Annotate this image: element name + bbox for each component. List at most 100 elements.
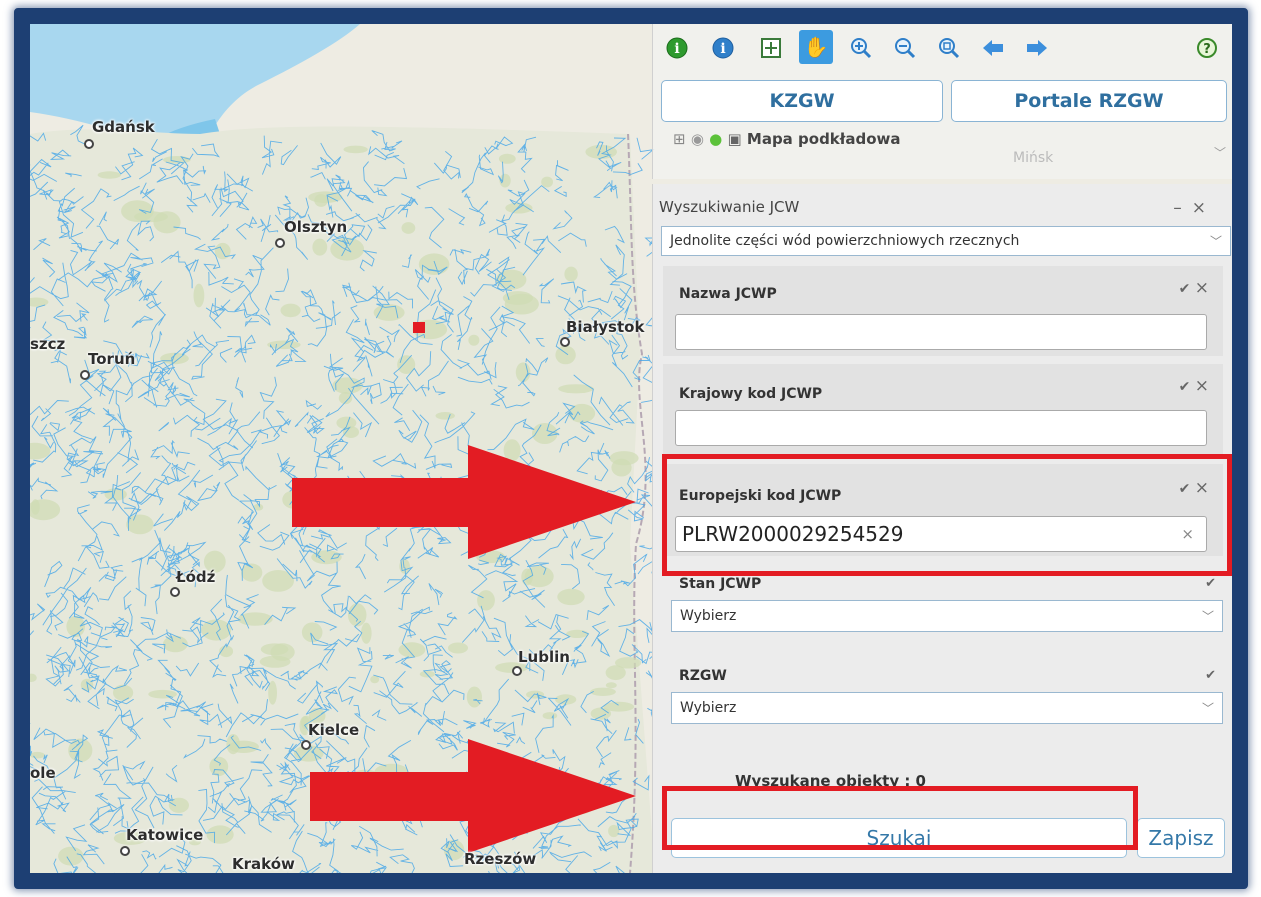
highlight-code-field bbox=[662, 454, 1232, 576]
check-icon[interactable]: ✔ bbox=[1205, 668, 1216, 683]
forest-patch bbox=[280, 303, 301, 318]
forest-patch bbox=[541, 176, 553, 188]
clear-icon[interactable]: × bbox=[1195, 376, 1209, 396]
city-dot bbox=[170, 587, 180, 597]
stan-select[interactable]: Wybierz ﹀ bbox=[671, 600, 1223, 632]
forest-patch bbox=[241, 563, 263, 582]
forest-patch bbox=[542, 712, 558, 720]
forest-patch bbox=[605, 682, 617, 689]
city-lublin: Lublin bbox=[518, 648, 570, 666]
stan-select-value: Wybierz bbox=[680, 608, 737, 624]
forest-patch bbox=[343, 145, 368, 154]
back-arrow-icon[interactable] bbox=[979, 34, 1007, 62]
field-controls: ✔ × bbox=[1179, 376, 1209, 396]
check-icon[interactable]: ✔ bbox=[1205, 576, 1216, 591]
forest-patch bbox=[515, 362, 531, 383]
panel-window-controls: –× bbox=[1173, 198, 1216, 218]
forest-patch bbox=[608, 824, 620, 838]
city-lodz: Łódź bbox=[176, 568, 216, 586]
city-bialystok: Białystok bbox=[566, 318, 645, 336]
forest-patch bbox=[66, 615, 85, 638]
zoom-extent-icon[interactable] bbox=[757, 34, 785, 62]
forest-patch bbox=[113, 684, 134, 701]
pan-hand-icon[interactable]: ✋ bbox=[799, 30, 833, 64]
city-torun: Toruń bbox=[88, 350, 136, 368]
svg-text:i: i bbox=[720, 41, 725, 57]
forest-patch bbox=[555, 345, 576, 365]
forest-patch bbox=[466, 686, 482, 708]
zoom-in-icon[interactable] bbox=[847, 34, 875, 62]
forest-patch bbox=[193, 283, 205, 308]
forest-patch bbox=[435, 412, 455, 420]
forest-patch bbox=[524, 565, 554, 588]
kzgw-button[interactable]: KZGW bbox=[661, 80, 943, 122]
layer-icon: ▣ bbox=[727, 130, 742, 148]
clear-icon[interactable]: × bbox=[1195, 278, 1209, 298]
city-dot bbox=[84, 139, 94, 149]
city-edge-label: ole bbox=[30, 764, 56, 782]
forest-patch bbox=[564, 266, 578, 282]
forest-patch bbox=[448, 642, 468, 654]
forest-patch bbox=[126, 514, 154, 535]
field-card-nazwa: Nazwa JCWP ✔ × bbox=[663, 266, 1223, 356]
field-label-rzgw: RZGW bbox=[679, 668, 727, 684]
info-blue-icon[interactable]: i bbox=[709, 34, 737, 62]
zoom-rect-icon[interactable] bbox=[935, 34, 963, 62]
search-type-value: Jednolite części wód powierzchniowych rz… bbox=[670, 233, 1020, 249]
layer-list-scroll-icon[interactable]: ﹀ bbox=[1214, 144, 1226, 161]
city-gdansk: Gdańsk bbox=[92, 118, 155, 136]
save-button[interactable]: Zapisz bbox=[1137, 818, 1225, 858]
city-dot bbox=[560, 337, 570, 347]
help-icon[interactable]: ? bbox=[1193, 34, 1221, 62]
city-dot bbox=[80, 370, 90, 380]
city-krakow: Kraków bbox=[232, 855, 295, 873]
forest-patch bbox=[97, 171, 122, 179]
forward-arrow-icon[interactable] bbox=[1023, 34, 1051, 62]
forest-patch bbox=[347, 603, 367, 627]
chevron-down-icon: ﹀ bbox=[1201, 701, 1214, 716]
check-icon[interactable]: ✔ bbox=[1179, 379, 1191, 395]
forest-patch bbox=[153, 211, 181, 234]
chevron-down-icon: ﹀ bbox=[1201, 609, 1214, 624]
forest-patch bbox=[68, 738, 93, 763]
forest-patch bbox=[499, 173, 511, 188]
zoom-out-icon[interactable] bbox=[891, 34, 919, 62]
field-label-stan: Stan JCWP bbox=[679, 576, 762, 592]
forest-patch bbox=[104, 488, 127, 501]
forest-patch bbox=[590, 707, 611, 720]
screenshot-frame: Gdańsk Olsztyn Białystok Toruń szcz Łódź… bbox=[14, 8, 1248, 889]
expand-icon[interactable]: ⊞ bbox=[673, 130, 686, 148]
forest-patch bbox=[418, 253, 450, 275]
forest-patch bbox=[361, 622, 372, 644]
forest-patch bbox=[477, 590, 495, 611]
search-panel-title: Wyszukiwanie JCW bbox=[659, 198, 800, 216]
krajowy-kod-input[interactable] bbox=[675, 410, 1207, 446]
forest-patch bbox=[398, 642, 426, 658]
city-dot bbox=[301, 740, 311, 750]
forest-patch bbox=[401, 222, 416, 234]
city-katowice: Katowice bbox=[126, 826, 204, 844]
forest-patch bbox=[609, 451, 639, 466]
city-rzeszow: Rzeszów bbox=[464, 850, 537, 868]
forest-patch bbox=[568, 403, 596, 423]
visibility-icon[interactable]: ◉ bbox=[691, 130, 704, 148]
forest-patch bbox=[605, 665, 626, 681]
forest-patch bbox=[590, 687, 616, 696]
check-icon[interactable]: ✔ bbox=[1179, 281, 1191, 297]
forest-patch bbox=[498, 153, 516, 164]
rzgw-select[interactable]: Wybierz ﹀ bbox=[671, 692, 1223, 724]
info-green-icon[interactable]: i bbox=[663, 34, 691, 62]
layer-row-basemap[interactable]: ⊞ ◉ ● ▣ Mapa podkładowa bbox=[673, 130, 901, 148]
search-type-select[interactable]: Jednolite części wód powierzchniowych rz… bbox=[661, 226, 1231, 256]
city-edge-label: szcz bbox=[30, 335, 66, 353]
portale-rzgw-button[interactable]: Portale RZGW bbox=[951, 80, 1227, 122]
forest-patch bbox=[312, 238, 328, 256]
status-dot-icon: ● bbox=[709, 130, 723, 148]
svg-text:i: i bbox=[674, 41, 679, 57]
rzgw-select-value: Wybierz bbox=[680, 700, 737, 716]
city-dot bbox=[275, 238, 285, 248]
close-icon[interactable]: × bbox=[1192, 198, 1216, 218]
forest-patch bbox=[557, 588, 585, 606]
nazwa-input[interactable] bbox=[675, 314, 1207, 350]
minimize-icon[interactable]: – bbox=[1173, 198, 1192, 218]
